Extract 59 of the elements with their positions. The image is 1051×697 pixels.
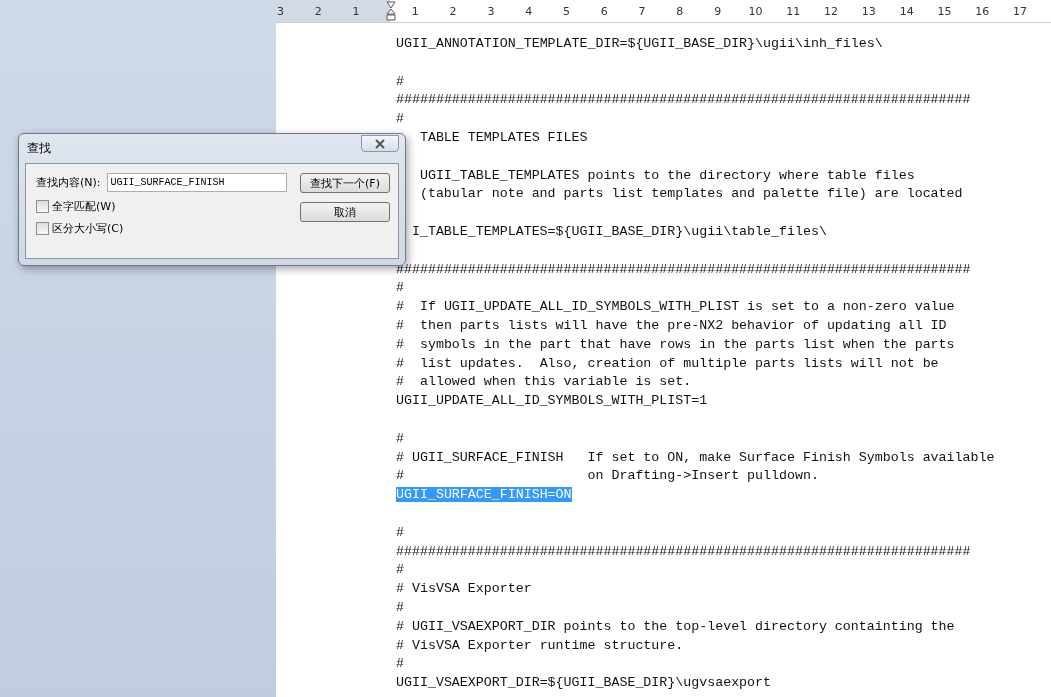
code-line: # symbols in the part that have rows in the parts list when the parts bbox=[396, 336, 955, 352]
code-line: (tabular note and parts list templates and palette file) are located bbox=[418, 186, 963, 202]
code-line: # bbox=[396, 562, 404, 578]
code-line: # VisVSA Exporter runtime structure. bbox=[396, 637, 684, 653]
code-line: I_TABLE_TEMPLATES=${UGII_BASE_DIR}\ugii\table_files\ bbox=[411, 223, 827, 239]
ruler-number: 16 bbox=[974, 4, 991, 18]
code-line: UGII_VSAEXPORT_DIR=${UGII_BASE_DIR}\ugvsaexport bbox=[396, 675, 772, 691]
code-line: # bbox=[396, 430, 404, 446]
find-label: 查找内容(N): bbox=[36, 175, 101, 190]
code-line: # on Drafting->Insert pulldown. bbox=[396, 468, 819, 484]
ruler-number: 17 bbox=[1012, 4, 1029, 18]
ruler-number: 11 bbox=[785, 4, 802, 18]
code-line: UGII_ANNOTATION_TEMPLATE_DIR=${UGII_BASE_DIR}\ugii\inh_files\ bbox=[396, 36, 883, 51]
code-line: # UGII_VSAEXPORT_DIR points to the top-level directory containting the bbox=[396, 618, 955, 634]
find-next-button[interactable]: 查找下一个(F) bbox=[300, 173, 390, 193]
dialog-title: 查找 bbox=[26, 140, 51, 157]
code-line: TABLE TEMPLATES FILES bbox=[418, 130, 588, 145]
code-line: # then parts lists will have the pre-NX2 behavior of updating all ID bbox=[396, 317, 947, 333]
ruler-number: 15 bbox=[936, 4, 953, 18]
selected-text: UGII_SURFACE_FINISH=ON bbox=[396, 487, 572, 503]
find-input[interactable]: UGII_SURFACE_FINISH bbox=[106, 173, 287, 192]
code-line: # bbox=[396, 524, 404, 540]
option-checkbox[interactable]: 全字匹配(W) bbox=[36, 199, 290, 214]
ruler-number: 10 bbox=[747, 4, 764, 18]
ruler-number: 6 bbox=[599, 4, 609, 18]
ruler-number: 5 bbox=[561, 4, 571, 18]
code-line: # bbox=[396, 111, 404, 127]
ruler-number: 7 bbox=[637, 4, 647, 18]
code-line: # If UGII_UPDATE_ALL_ID_SYMBOLS_WITH_PLIST is set to a non-zero value bbox=[396, 299, 955, 315]
code-line: ######################################################################## bbox=[396, 92, 971, 108]
code-line: # list updates. Also, creation of multiple parts lists will not be bbox=[396, 355, 939, 371]
ruler-number: 13 bbox=[860, 4, 877, 18]
ruler-number: 8 bbox=[675, 4, 685, 18]
ruler-number: 2 bbox=[448, 4, 458, 18]
code-line: ######################################################################## bbox=[396, 261, 971, 277]
ruler-number: 3 bbox=[277, 4, 285, 18]
ruler-number: 12 bbox=[823, 4, 840, 18]
ruler-number: 3 bbox=[486, 4, 496, 18]
close-button[interactable] bbox=[361, 135, 399, 152]
ruler-number: 1 bbox=[352, 4, 361, 18]
ruler-number: 1 bbox=[410, 4, 420, 18]
code-line: UGII_TABLE_TEMPLATES points to the directory where table files bbox=[418, 167, 915, 183]
ruler-number: 9 bbox=[713, 4, 723, 18]
code-line: # UGII_SURFACE_FINISH If set to ON, make Surface Finish Symbols available bbox=[396, 449, 995, 465]
code-line: # bbox=[396, 280, 404, 296]
indent-marker-icon[interactable] bbox=[386, 1, 397, 21]
code-line: # bbox=[396, 599, 404, 615]
ruler-number: 2 bbox=[314, 4, 323, 18]
code-line: UGII_UPDATE_ALL_ID_SYMBOLS_WITH_PLIST=1 bbox=[396, 393, 708, 409]
code-line: # bbox=[396, 73, 404, 89]
code-line: # bbox=[396, 656, 404, 672]
option-checkbox[interactable]: 区分大小写(C) bbox=[36, 221, 290, 236]
code-line: # VisVSA Exporter bbox=[396, 581, 532, 597]
cancel-button[interactable]: 取消 bbox=[300, 202, 390, 222]
close-icon bbox=[374, 138, 386, 149]
ruler-number: 14 bbox=[898, 4, 915, 18]
code-line: # allowed when this variable is set. bbox=[396, 374, 692, 390]
code-line: ######################################################################## bbox=[396, 543, 971, 559]
ruler-number: 4 bbox=[524, 4, 534, 18]
